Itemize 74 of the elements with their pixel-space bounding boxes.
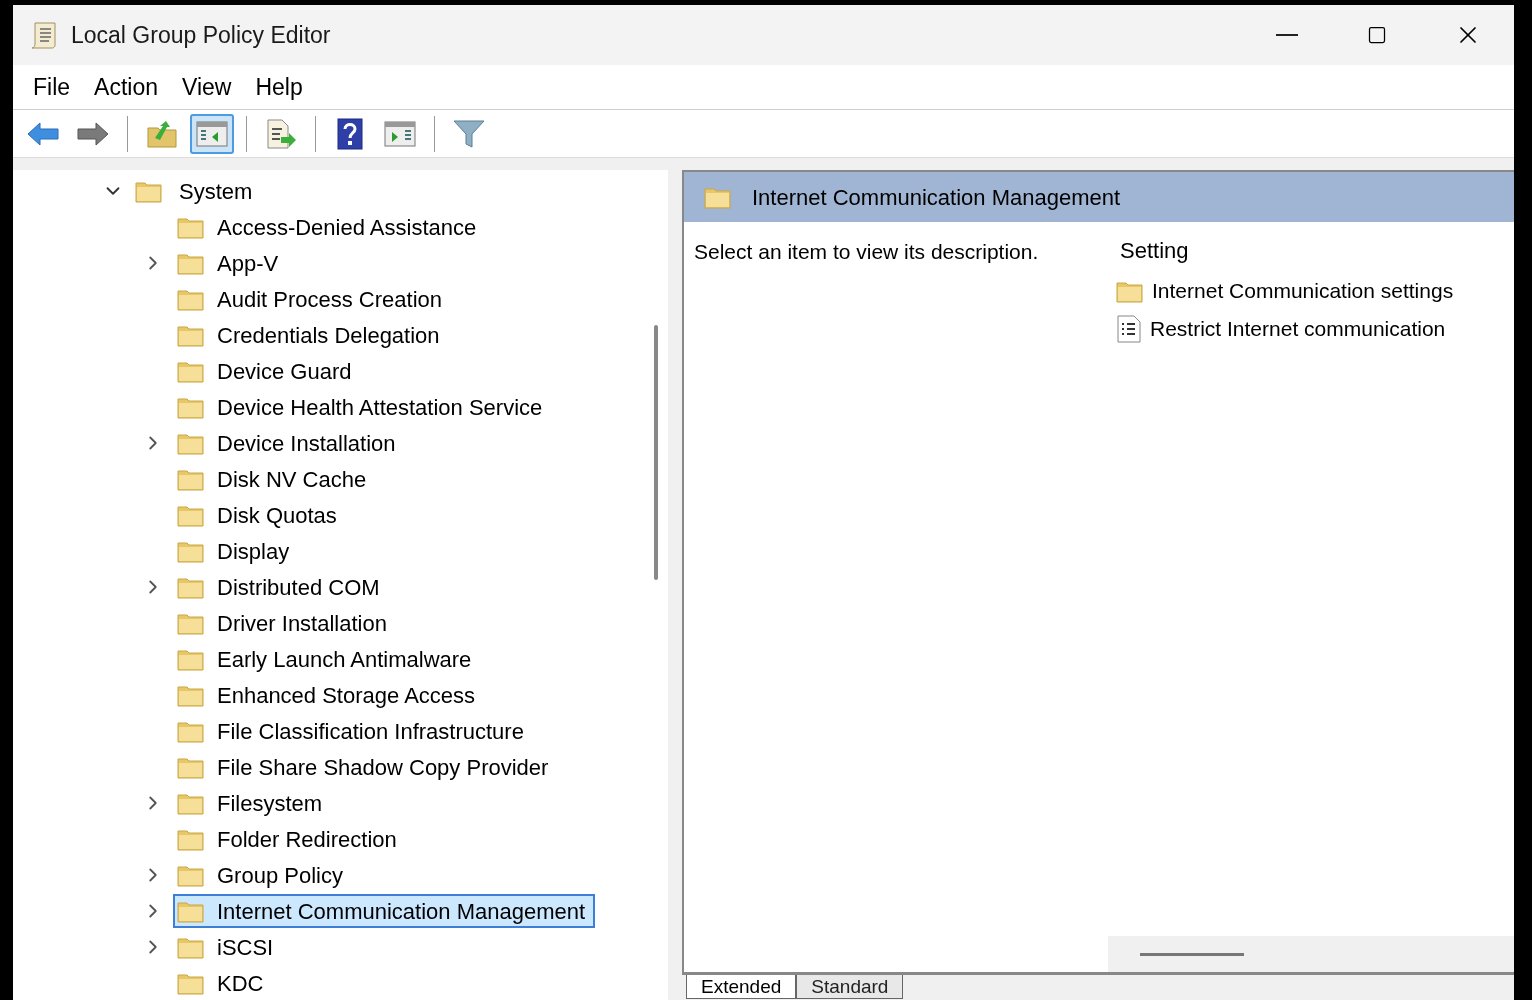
folder-icon [177, 827, 205, 851]
folder-icon [1116, 279, 1144, 303]
folder-icon [177, 323, 205, 347]
menu-item[interactable]: View [170, 69, 244, 105]
tree-item[interactable]: Folder Redirection [173, 822, 407, 856]
tree-item[interactable]: Distributed COM [173, 570, 390, 604]
tree-item[interactable]: Audit Process Creation [173, 282, 452, 316]
view-tab[interactable]: Standard [796, 975, 904, 999]
help-icon [337, 117, 363, 150]
policy-icon [1116, 315, 1142, 343]
details-header-title: Internet Communication Management [752, 183, 1121, 212]
folder-icon [177, 467, 205, 491]
folder-icon [177, 215, 205, 239]
folder-icon [177, 611, 205, 635]
folder-icon [177, 719, 205, 743]
tree-item[interactable]: Disk NV Cache [173, 462, 377, 496]
back-arrow-icon [26, 119, 60, 148]
folder-icon [177, 899, 205, 923]
menu-item[interactable]: Help [243, 69, 315, 105]
tree-item[interactable]: Enhanced Storage Access [173, 678, 486, 712]
tree-item[interactable]: Device Installation [173, 426, 406, 460]
tree-item[interactable]: Device Health Attestation Service [173, 390, 553, 424]
tree-item[interactable]: File Share Shadow Copy Provider [173, 750, 559, 784]
tree-item[interactable]: Internet Communication Management [173, 894, 596, 928]
folder-icon [177, 359, 205, 383]
forward-arrow-icon [76, 119, 110, 148]
folder-up-icon [147, 119, 177, 148]
maximize-icon [1367, 25, 1387, 45]
folder-icon [177, 287, 205, 311]
menu-item[interactable]: Action [82, 69, 170, 105]
menu-item[interactable]: File [21, 69, 83, 105]
tree-item[interactable]: KDC [173, 966, 274, 1000]
window-title: Local Group Policy Editor [71, 20, 331, 50]
folder-icon [177, 971, 205, 995]
folder-icon [177, 683, 205, 707]
folder-icon [177, 395, 205, 419]
filter-icon [453, 118, 485, 149]
column-header[interactable]: Setting [1120, 238, 1189, 263]
folder-icon [177, 251, 205, 275]
tree-item[interactable]: Filesystem [173, 786, 333, 820]
folder-icon [177, 647, 205, 671]
folder-icon [135, 179, 163, 203]
tree-item[interactable]: App-V [173, 246, 289, 280]
tree-item[interactable]: iSCSI [173, 930, 284, 964]
setting-row[interactable]: Internet Communication settings [1108, 272, 1514, 310]
console-tree-icon [196, 119, 228, 148]
tree-item[interactable]: Credentials Delegation [173, 318, 450, 352]
tree-item[interactable]: File Classification Infrastructure [173, 714, 534, 748]
tree-item[interactable]: Driver Installation [173, 606, 397, 640]
description-text: Select an item to view its description. [694, 240, 1039, 263]
folder-icon [177, 755, 205, 779]
folder-icon [177, 863, 205, 887]
tree-item[interactable]: Access-Denied Assistance [173, 210, 487, 244]
folder-icon [177, 503, 205, 527]
tree-item[interactable]: Disk Quotas [173, 498, 347, 532]
folder-icon [177, 575, 205, 599]
tree-item[interactable]: Group Policy [173, 858, 353, 892]
action-pane-icon [384, 119, 416, 148]
tree-item[interactable]: Display [173, 534, 300, 568]
scroll-icon [29, 20, 59, 50]
folder-icon [177, 539, 205, 563]
export-list-icon [265, 118, 297, 149]
tree-item[interactable]: System [179, 174, 253, 208]
minimize-icon [1276, 34, 1298, 36]
folder-icon [177, 935, 205, 959]
scrollbar-thumb[interactable] [1140, 952, 1244, 956]
folder-icon [177, 431, 205, 455]
scrollbar-thumb[interactable] [654, 325, 658, 580]
view-tab[interactable]: Extended [686, 975, 797, 999]
tree-item[interactable]: Early Launch Antimalware [173, 642, 482, 676]
setting-row[interactable]: Restrict Internet communication [1108, 310, 1514, 348]
tree-item[interactable]: Device Guard [173, 354, 362, 388]
header-folder-icon [704, 185, 732, 209]
folder-icon [177, 791, 205, 815]
